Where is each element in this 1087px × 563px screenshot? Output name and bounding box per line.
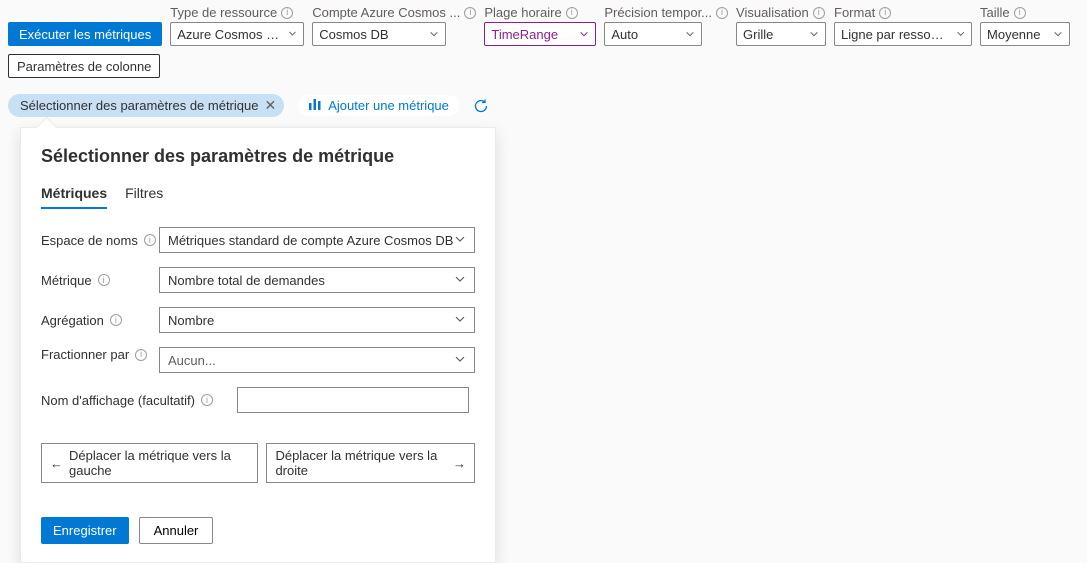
pill-metric-settings-label: Sélectionner des paramètres de métrique (20, 98, 258, 113)
chevron-down-icon (454, 313, 466, 328)
pill-add-metric-label: Ajouter une métrique (328, 98, 449, 113)
dropdown-resource-type[interactable]: Azure Cosmos DB... (170, 22, 304, 46)
dropdown-namespace[interactable]: Métriques standard de compte Azure Cosmo… (159, 227, 475, 253)
label-display-name: Nom d'affichage (facultatif) i (41, 393, 237, 408)
label-granularity: Précision tempor... i (604, 5, 728, 20)
label-format: Format i (834, 5, 972, 20)
metric-settings-panel: Sélectionner des paramètres de métrique … (20, 127, 496, 563)
bar-chart-icon (308, 98, 322, 113)
pill-metric-settings[interactable]: Sélectionner des paramètres de métrique … (8, 94, 284, 117)
info-icon: i (716, 7, 728, 19)
tab-metrics[interactable]: Métriques (41, 181, 107, 209)
refresh-icon[interactable] (473, 98, 489, 114)
label-time-range: Plage horaire i (484, 5, 596, 20)
info-icon: i (566, 7, 578, 19)
chevron-down-icon (809, 29, 819, 39)
label-metric: Métrique i (41, 273, 159, 288)
info-icon: i (879, 7, 891, 19)
chevron-down-icon (454, 273, 466, 288)
label-size: Taille i (980, 5, 1070, 20)
panel-title: Sélectionner des paramètres de métrique (41, 146, 475, 167)
dropdown-account[interactable]: Cosmos DB (312, 22, 446, 46)
info-icon: i (464, 7, 476, 19)
chevron-down-icon (1053, 29, 1063, 39)
dropdown-size[interactable]: Moyenne (980, 22, 1070, 46)
dropdown-granularity[interactable]: Auto (604, 22, 702, 46)
arrow-right-icon: → (453, 456, 466, 471)
input-display-name[interactable] (237, 387, 469, 413)
close-icon[interactable]: ✕ (264, 97, 276, 114)
chevron-down-icon (288, 29, 297, 39)
chevron-down-icon (956, 29, 965, 39)
info-icon: i (813, 7, 825, 19)
save-button[interactable]: Enregistrer (41, 517, 129, 544)
info-icon: i (1014, 7, 1026, 19)
label-visualization: Visualisation i (736, 5, 826, 20)
chevron-down-icon (579, 29, 589, 39)
info-icon: i (144, 234, 156, 246)
label-split-by: Fractionner par i (41, 347, 159, 362)
chevron-down-icon (454, 353, 466, 368)
dropdown-time-range[interactable]: TimeRange (484, 22, 596, 46)
info-icon: i (201, 394, 213, 406)
pill-add-metric[interactable]: Ajouter une métrique (298, 95, 459, 116)
column-params-button[interactable]: Paramètres de colonne (8, 54, 160, 78)
dropdown-format[interactable]: Ligne par ressource (834, 22, 972, 46)
move-metric-right-button[interactable]: Déplacer la métrique vers la droite → (266, 443, 475, 483)
label-account: Compte Azure Cosmos ... i (312, 5, 476, 20)
label-resource-type: Type de ressource i (170, 5, 304, 20)
run-metrics-button[interactable]: Exécuter les métriques (8, 22, 162, 46)
tab-filters[interactable]: Filtres (125, 181, 163, 209)
move-metric-left-button[interactable]: ← Déplacer la métrique vers la gauche (41, 443, 258, 483)
dropdown-metric[interactable]: Nombre total de demandes (159, 267, 475, 293)
dropdown-aggregation[interactable]: Nombre (159, 307, 475, 333)
chevron-down-icon (454, 233, 466, 248)
info-icon: i (281, 7, 293, 19)
cancel-button[interactable]: Annuler (139, 517, 214, 544)
label-namespace: Espace de noms i (41, 233, 159, 248)
chevron-down-icon (429, 29, 439, 39)
info-icon: i (98, 274, 110, 286)
info-icon: i (135, 349, 147, 361)
arrow-left-icon: ← (50, 456, 63, 471)
chevron-down-icon (685, 29, 695, 39)
dropdown-split-default[interactable]: Aucun... (159, 347, 475, 373)
info-icon: i (110, 314, 122, 326)
dropdown-visualization[interactable]: Grille (736, 22, 826, 46)
label-aggregation: Agrégation i (41, 313, 159, 328)
